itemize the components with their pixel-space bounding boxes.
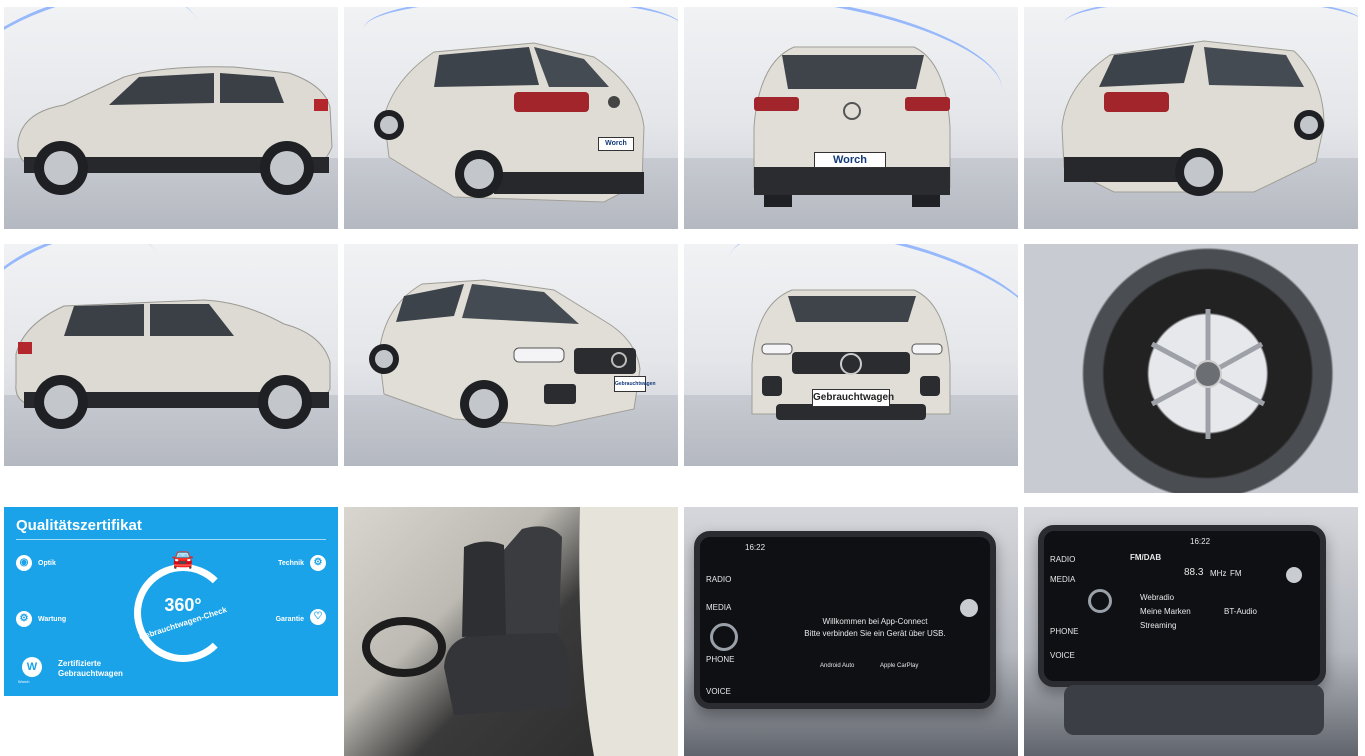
front-side-plate: Gebrauchtwagen <box>614 376 656 392</box>
s2-bt: BT-Audio <box>1224 607 1257 616</box>
s2-phone: PHONE <box>1050 627 1079 636</box>
rear-dealer-plate: Worch <box>814 152 886 168</box>
app-connect-screen: 16:22 RADIO MEDIA PHONE VOICE Willkommen… <box>694 531 996 709</box>
s2-home-knob <box>1088 589 1112 613</box>
interior-seats-image <box>362 507 678 756</box>
car-front-photo[interactable]: Gebrauchtwagen <box>684 244 1018 466</box>
s1-apple: Apple CarPlay <box>880 663 919 669</box>
s2-voice: VOICE <box>1050 651 1075 660</box>
s1-welcome2: Bitte verbinden Sie ein Gerät über USB. <box>804 629 946 638</box>
s2-unit: MHz <box>1210 569 1227 578</box>
technik-icon: ⚙ <box>310 555 326 571</box>
s1-voice: VOICE <box>706 687 731 696</box>
car-rear-three-quarter-right-image <box>1061 40 1325 196</box>
dealer-plate: Worch <box>598 137 634 151</box>
s2-band: FM <box>1230 569 1242 578</box>
car-rear-image <box>753 46 951 207</box>
s2-radio: RADIO <box>1050 555 1076 564</box>
car-interior-photo[interactable] <box>344 507 678 756</box>
car-side-left-photo[interactable] <box>4 7 338 229</box>
car-front-image <box>751 289 951 420</box>
optik-head: Optik <box>38 560 56 567</box>
car-rear-three-quarter-left-image <box>374 42 645 203</box>
certificate-divider <box>16 539 326 540</box>
s2-volume-knob <box>1286 567 1302 583</box>
car-rear-three-quarter-left-photo[interactable]: Worch <box>344 7 678 229</box>
technik-head: Technik <box>278 560 304 567</box>
garantie-head: Garantie <box>275 616 304 623</box>
front-plate: Gebrauchtwagen <box>812 389 894 407</box>
radio-screen: 16:22 RADIO MEDIA PHONE VOICE FM/DAB 88.… <box>1038 525 1326 687</box>
car-side-right-photo[interactable] <box>4 244 338 466</box>
s1-time: 16:22 <box>745 543 766 552</box>
s1-radio: RADIO <box>706 575 732 584</box>
air-vents <box>1064 685 1324 735</box>
certificate-title: Qualitätszertifikat <box>16 517 142 534</box>
s2-time: 16:22 <box>1190 537 1211 546</box>
car-side-right-image <box>15 299 331 429</box>
footer-line1: Zertifizierte <box>58 659 102 668</box>
wartung-icon: ⚙ <box>16 611 32 627</box>
car-front-three-quarter-image <box>369 279 641 428</box>
s1-home-knob <box>710 623 738 651</box>
s2-stream: Streaming <box>1140 621 1177 630</box>
s1-volume-knob <box>960 599 978 617</box>
s1-android: Android Auto <box>820 663 855 669</box>
s2-frequency: 88.3 <box>1184 567 1204 578</box>
quality-certificate-tile[interactable]: Qualitätszertifikat ◉ Optik ⚙ Wartung 🚘 … <box>4 507 338 696</box>
car-wheel-photo[interactable] <box>1024 244 1358 493</box>
car-rear-photo[interactable]: Worch <box>684 7 1018 229</box>
car-side-left-image <box>17 66 333 195</box>
vw-logo-icon: W <box>22 657 42 677</box>
infotainment-app-connect-photo[interactable]: 16:22 RADIO MEDIA PHONE VOICE Willkommen… <box>684 507 1018 756</box>
s2-media: MEDIA <box>1050 575 1076 584</box>
s2-websites: Webradio <box>1140 593 1175 602</box>
s1-media: MEDIA <box>706 603 732 612</box>
infotainment-radio-photo[interactable]: 16:22 RADIO MEDIA PHONE VOICE FM/DAB 88.… <box>1024 507 1358 756</box>
car-front-three-quarter-photo[interactable]: Gebrauchtwagen <box>344 244 678 466</box>
car-check-icon: 🚘 <box>171 549 195 569</box>
garantie-icon: ♡ <box>310 609 326 625</box>
wheel-image <box>1150 309 1266 439</box>
s2-favorites: Meine Marken <box>1140 607 1191 616</box>
footer-line2: Gebrauchtwagen <box>58 669 123 678</box>
car-rear-three-quarter-right-photo[interactable] <box>1024 7 1358 229</box>
footer-brand: Worch <box>18 679 30 684</box>
s1-welcome1: Willkommen bei App-Connect <box>822 617 928 626</box>
s1-phone: PHONE <box>706 655 735 664</box>
wartung-head: Wartung <box>38 616 67 623</box>
s2-source: FM/DAB <box>1130 553 1162 562</box>
optik-icon: ◉ <box>16 555 32 571</box>
